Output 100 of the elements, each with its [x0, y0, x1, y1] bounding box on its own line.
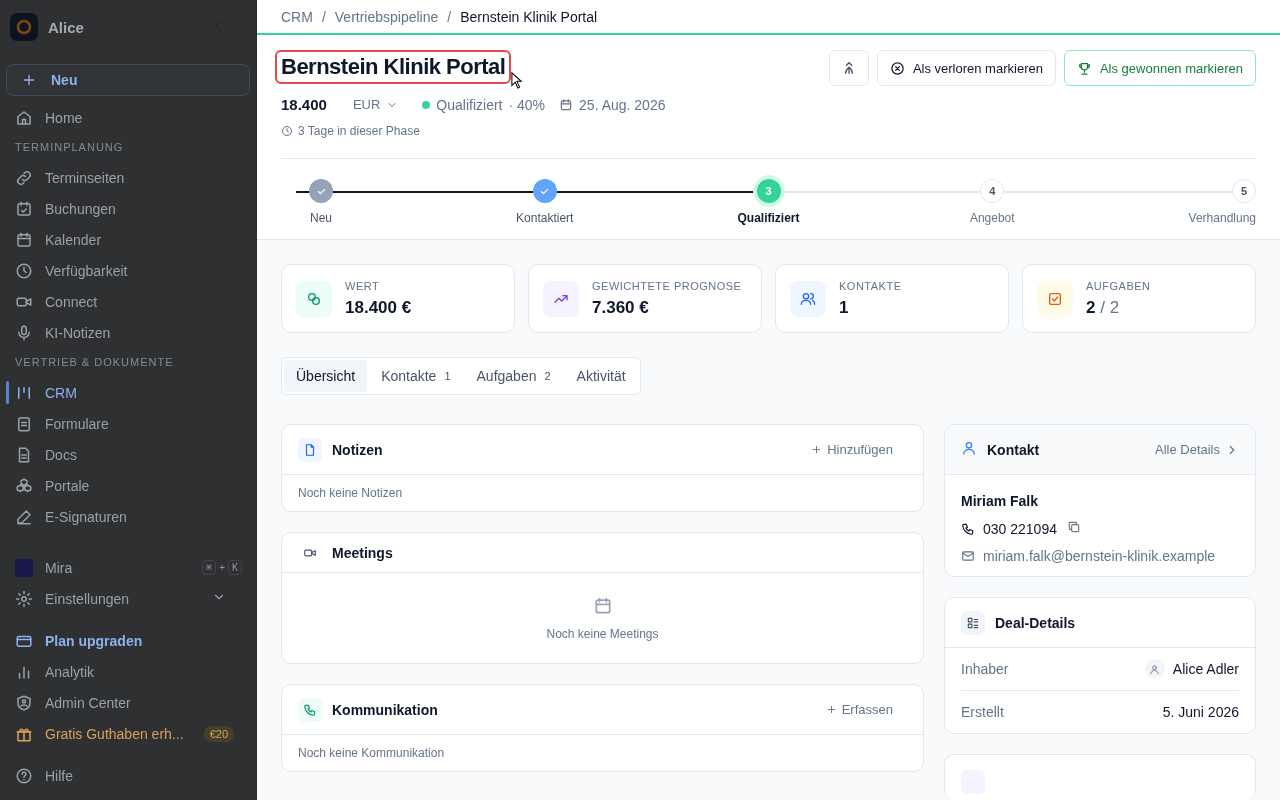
step-label: Qualifiziert	[737, 211, 800, 225]
nav-item[interactable]: Kalender	[0, 224, 256, 255]
nav-item[interactable]: Admin Center	[0, 687, 256, 718]
tab[interactable]: Aktivität	[564, 360, 638, 392]
nav-item[interactable]: Connect	[0, 286, 256, 317]
settings-icon	[15, 589, 33, 608]
settings-item[interactable]: Einstellungen	[0, 583, 256, 614]
promo-label: Gratis Guthaben erh...	[45, 725, 184, 742]
plus-icon	[21, 72, 37, 88]
users-icon	[800, 290, 816, 307]
merge-button[interactable]	[828, 50, 869, 86]
mark-won-button[interactable]: Als gewonnen markieren	[1063, 50, 1256, 86]
shortcut-key: ⌘	[202, 560, 217, 575]
tab-count: 2	[544, 370, 551, 382]
plus-sign: +	[219, 562, 225, 573]
copy-icon	[1066, 520, 1081, 534]
trophy-icon	[1076, 60, 1092, 76]
add-button[interactable]: Erfassen	[825, 702, 907, 717]
step-current-marker: 3	[756, 179, 781, 203]
empty-message: Noch keine Meetings	[546, 626, 659, 641]
contact-phone: 030 221094	[983, 520, 1057, 537]
nav-item[interactable]: Analytik	[0, 656, 256, 687]
link-icon	[15, 168, 33, 187]
phone-icon	[961, 521, 975, 536]
stat-value: 1	[839, 297, 850, 318]
assistant-item[interactable]: Mira ⌘ + K	[0, 552, 256, 583]
step-label: Angebot	[969, 211, 1015, 225]
step-marker: 5	[1232, 179, 1256, 203]
stat-label: AUFGABEN	[1086, 279, 1151, 292]
tab[interactable]: Kontakte 1	[369, 360, 463, 392]
status-dot	[422, 100, 431, 109]
promo-item[interactable]: Gratis Guthaben erh... €20	[0, 718, 256, 749]
panel-title: Meetings	[332, 544, 393, 561]
currency-select[interactable]: EUR	[352, 97, 399, 112]
phone-icon	[303, 702, 317, 717]
calendar-icon	[559, 97, 574, 112]
clock-icon	[281, 125, 293, 137]
nav-item[interactable]: KI-Notizen	[0, 317, 256, 348]
shortcut-key: K	[227, 560, 242, 575]
step-label: Neu	[310, 211, 332, 225]
home-icon	[15, 108, 33, 127]
step-label: Verhandlung	[1188, 211, 1256, 225]
person-icon	[1149, 663, 1161, 675]
contact-email[interactable]: miriam.falk@bernstein-klinik.example	[983, 548, 1216, 564]
details-link[interactable]: Alle Details	[1154, 442, 1239, 457]
shield-user-icon	[15, 693, 33, 712]
stat-label: KONTAKTE	[839, 279, 902, 292]
file-icon	[303, 442, 317, 457]
detail-label: Erstellt	[961, 704, 1004, 720]
calendar-check-icon	[15, 199, 33, 218]
upgrade-link[interactable]: Plan upgraden	[0, 625, 256, 656]
person-icon	[961, 440, 977, 456]
stat-value: 7.360 €	[592, 297, 650, 318]
new-button[interactable]: Neu	[6, 64, 250, 96]
nav-item[interactable]: Buchungen	[0, 193, 256, 224]
help-icon	[15, 766, 33, 785]
nav-item[interactable]: Portale	[0, 470, 256, 501]
detail-value: Alice Adler	[1172, 661, 1239, 677]
nav-item[interactable]: Docs	[0, 439, 256, 470]
breadcrumb-separator: /	[447, 8, 452, 25]
calendar-icon	[15, 230, 33, 249]
mark-lost-button[interactable]: Als verloren markieren	[876, 50, 1056, 86]
stat-label: WERT	[345, 279, 381, 292]
nav-item[interactable]: CRM	[0, 377, 256, 408]
breadcrumb-separator: /	[321, 8, 326, 25]
clipboard-icon	[15, 414, 33, 433]
list-icon	[966, 615, 980, 630]
step-label: Kontaktiert	[516, 211, 574, 225]
x-circle-icon	[889, 60, 905, 76]
coins-icon	[306, 290, 322, 307]
microphone-icon	[15, 323, 33, 342]
phase-duration: 3 Tage in dieser Phase	[298, 124, 420, 138]
tab[interactable]: Aufgaben 2	[464, 360, 563, 392]
nav-item[interactable]: Verfügbarkeit	[0, 255, 256, 286]
breadcrumb-item[interactable]: CRM	[281, 8, 313, 25]
nav-item[interactable]: Formulare	[0, 408, 256, 439]
add-button[interactable]: Hinzufügen	[811, 442, 907, 457]
stat-value: 2 / 2	[1086, 297, 1121, 318]
cubes-icon	[15, 476, 33, 495]
checkbox-icon	[1047, 290, 1063, 307]
detail-label: Inhaber	[961, 661, 1009, 677]
breadcrumb-item[interactable]: Vertriebspipeline	[334, 8, 439, 25]
stat-value: 18.400 €	[345, 297, 412, 318]
panel-title: Kommunikation	[332, 701, 438, 718]
credit-badge: €20	[203, 725, 234, 742]
section-label: TERMINPLANUNG	[14, 140, 125, 155]
pen-icon	[15, 507, 33, 526]
help-item[interactable]: Hilfe	[0, 760, 256, 791]
phase-label: Qualifiziert	[436, 96, 503, 113]
detail-value: 5. Juni 2026	[1162, 704, 1239, 720]
stat-label: GEWICHTETE PROGNOSE	[592, 279, 742, 292]
nav-item[interactable]: Home	[0, 102, 256, 133]
nav-item[interactable]: E-Signaturen	[0, 501, 256, 532]
workspace-logo	[10, 13, 38, 41]
plus-icon	[811, 444, 823, 455]
probability: · 40%	[508, 96, 546, 113]
workspace-name: Alice	[48, 18, 85, 36]
tab[interactable]: Übersicht	[284, 360, 368, 392]
mail-icon	[961, 549, 975, 563]
nav-item[interactable]: Terminseiten	[0, 162, 256, 193]
